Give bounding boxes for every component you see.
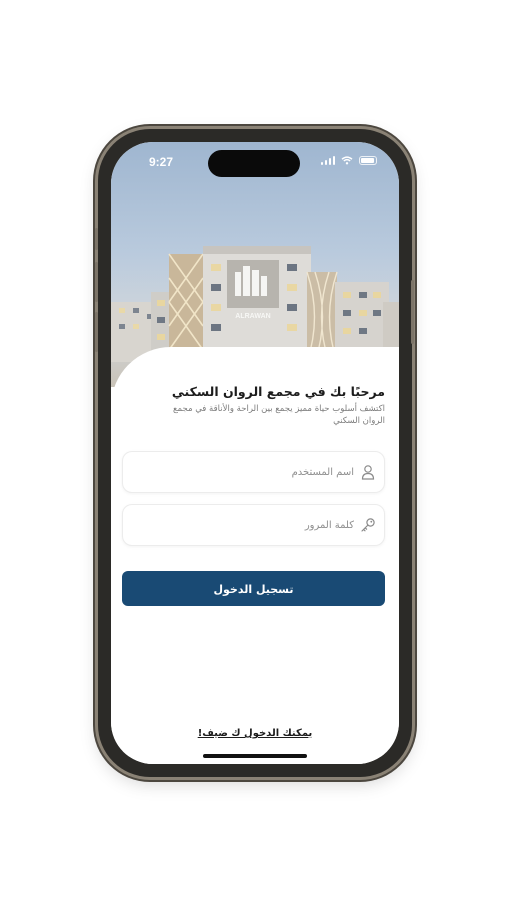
username-field[interactable]	[122, 451, 385, 493]
password-input[interactable]	[133, 505, 354, 545]
phone-volume-up-button	[95, 262, 98, 302]
user-icon	[361, 465, 375, 480]
status-icons	[320, 156, 377, 165]
key-icon	[361, 518, 375, 532]
guest-login-link[interactable]: يمكنك الدخول ك ضيف!	[111, 728, 399, 739]
hero-logo-text: ALRAWAN	[235, 313, 270, 320]
password-field[interactable]	[122, 504, 385, 546]
battery-icon	[359, 156, 377, 165]
status-time: 9:27	[149, 155, 174, 169]
wifi-icon	[341, 156, 353, 165]
home-indicator[interactable]	[203, 754, 307, 758]
signal-icon	[320, 156, 335, 165]
phone-side-button	[95, 228, 98, 250]
username-input[interactable]	[133, 452, 354, 492]
phone-power-button	[411, 280, 414, 344]
dynamic-island	[208, 150, 300, 177]
app-screen: ALRAWAN 9:27 مرحبًا بك في مجمع الروان ال…	[111, 142, 399, 764]
welcome-subtitle: اكتشف أسلوب حياة مميز يجمع بين الراحة وا…	[173, 404, 385, 426]
login-button[interactable]: تسجيل الدخول	[122, 571, 385, 606]
welcome-title: مرحبًا بك في مجمع الروان السكني	[171, 384, 385, 399]
phone-volume-down-button	[95, 312, 98, 352]
